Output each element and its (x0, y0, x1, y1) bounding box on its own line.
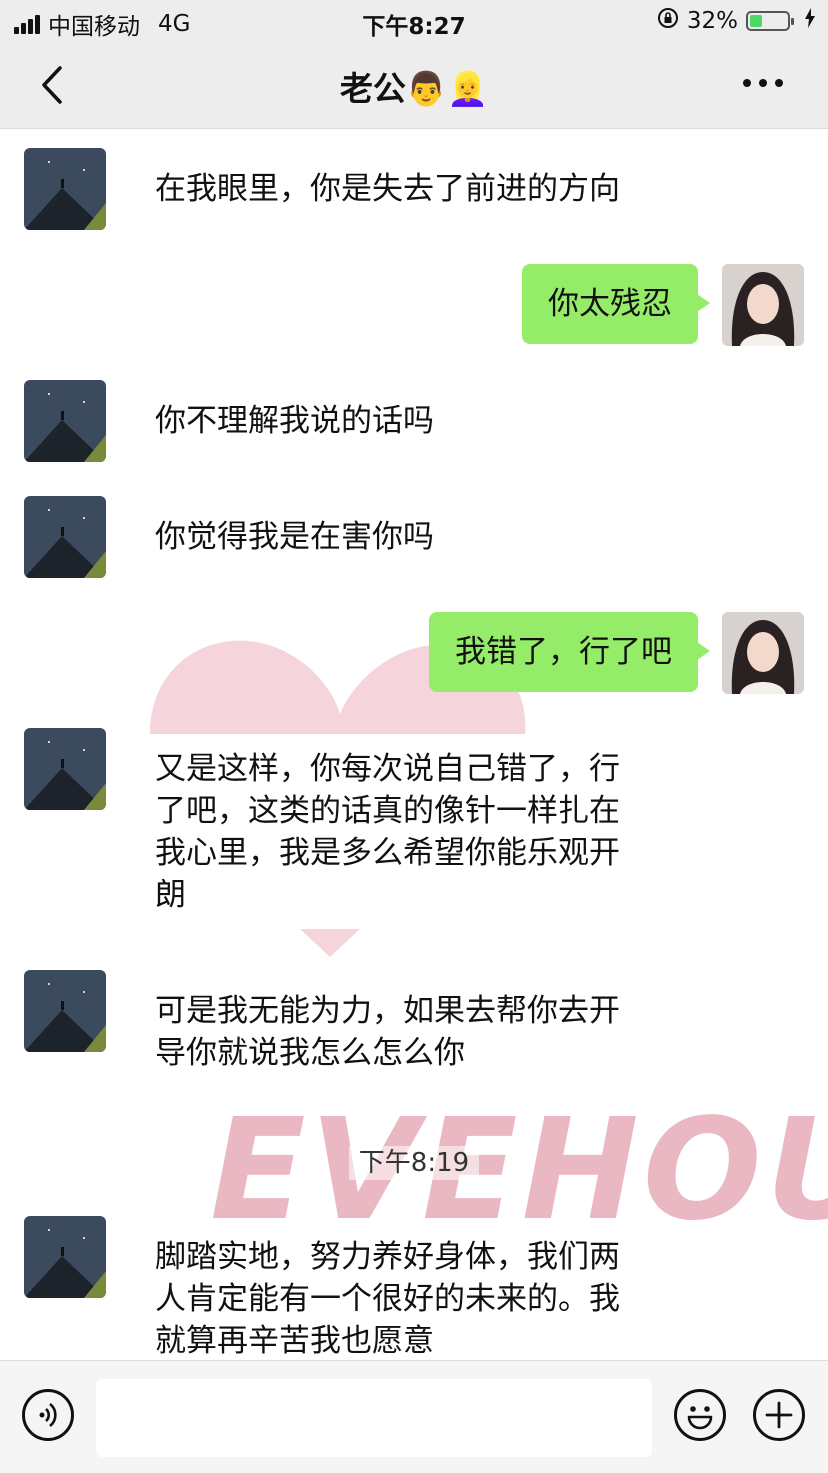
message-text: 你觉得我是在害你吗 (155, 519, 434, 555)
contact-avatar[interactable] (24, 496, 106, 578)
message-text: 又是这样，你每次说自己错了，行 了吧，这类的话真的像针一样扎在 我心里，我是多么… (155, 748, 620, 916)
message-line: 就算再辛苦我也愿意 (155, 1323, 434, 1359)
plus-icon (765, 1401, 793, 1429)
contact-avatar[interactable] (24, 380, 106, 462)
orientation-lock-icon (657, 7, 679, 35)
timestamp: 下午8:19 (0, 1142, 828, 1180)
chat-title: 老公👨👱‍♀️ (339, 69, 489, 108)
message-line: 导你就说我怎么怎么你 (155, 1035, 465, 1071)
contact-avatar[interactable] (24, 970, 106, 1052)
voice-icon (39, 1402, 57, 1428)
contact-avatar[interactable] (24, 148, 106, 230)
input-bar (0, 1360, 828, 1473)
message-text: 可是我无能为力，如果去帮你去开 导你就说我怎么怎么你 (155, 990, 620, 1074)
battery-icon (746, 11, 794, 31)
chat-header: 老公👨👱‍♀️ (0, 42, 828, 129)
plus-button[interactable] (753, 1389, 805, 1441)
message-line: 了吧，这类的话真的像针一样扎在 (155, 793, 620, 829)
status-right: 32% (657, 7, 816, 35)
charging-icon (804, 8, 816, 34)
emoji-icon (687, 1406, 713, 1430)
status-bar: 中国移动 4G 下午8:27 32% (0, 0, 828, 42)
message-bubble-me[interactable]: 我错了，行了吧 (429, 612, 710, 692)
message-input[interactable] (96, 1379, 652, 1457)
message-line: 又是这样，你每次说自己错了，行 (155, 751, 620, 787)
more-button[interactable] (738, 68, 788, 98)
heart-tip-icon (300, 929, 360, 957)
message-bubble-me[interactable]: 你太残忍 (522, 264, 710, 344)
message-line: 人肯定能有一个很好的未来的。我 (155, 1281, 620, 1317)
message-line: 可是我无能为力，如果去帮你去开 (155, 993, 620, 1029)
message-text: 在我眼里，你是失去了前进的方向 (155, 171, 620, 207)
message-line: 脚踏实地，努力养好身体，我们两 (155, 1239, 620, 1275)
message-list[interactable]: EVEHOU 在我眼里，你是失去了前进的方向 你太残忍 你不理解我说的话吗 你觉… (0, 129, 828, 1360)
my-avatar[interactable] (722, 612, 804, 694)
more-dots-icon (743, 79, 751, 87)
my-avatar[interactable] (722, 264, 804, 346)
contact-avatar[interactable] (24, 728, 106, 810)
battery-percent: 32% (686, 8, 738, 34)
contact-avatar[interactable] (24, 1216, 106, 1298)
message-text: 你不理解我说的话吗 (155, 403, 434, 439)
voice-button[interactable] (22, 1389, 74, 1441)
emoji-button[interactable] (674, 1389, 726, 1441)
message-line: 朗 (155, 877, 186, 913)
message-line: 我心里，我是多么希望你能乐观开 (155, 835, 620, 871)
message-text: 脚踏实地，努力养好身体，我们两 人肯定能有一个很好的未来的。我 就算再辛苦我也愿… (155, 1236, 620, 1360)
